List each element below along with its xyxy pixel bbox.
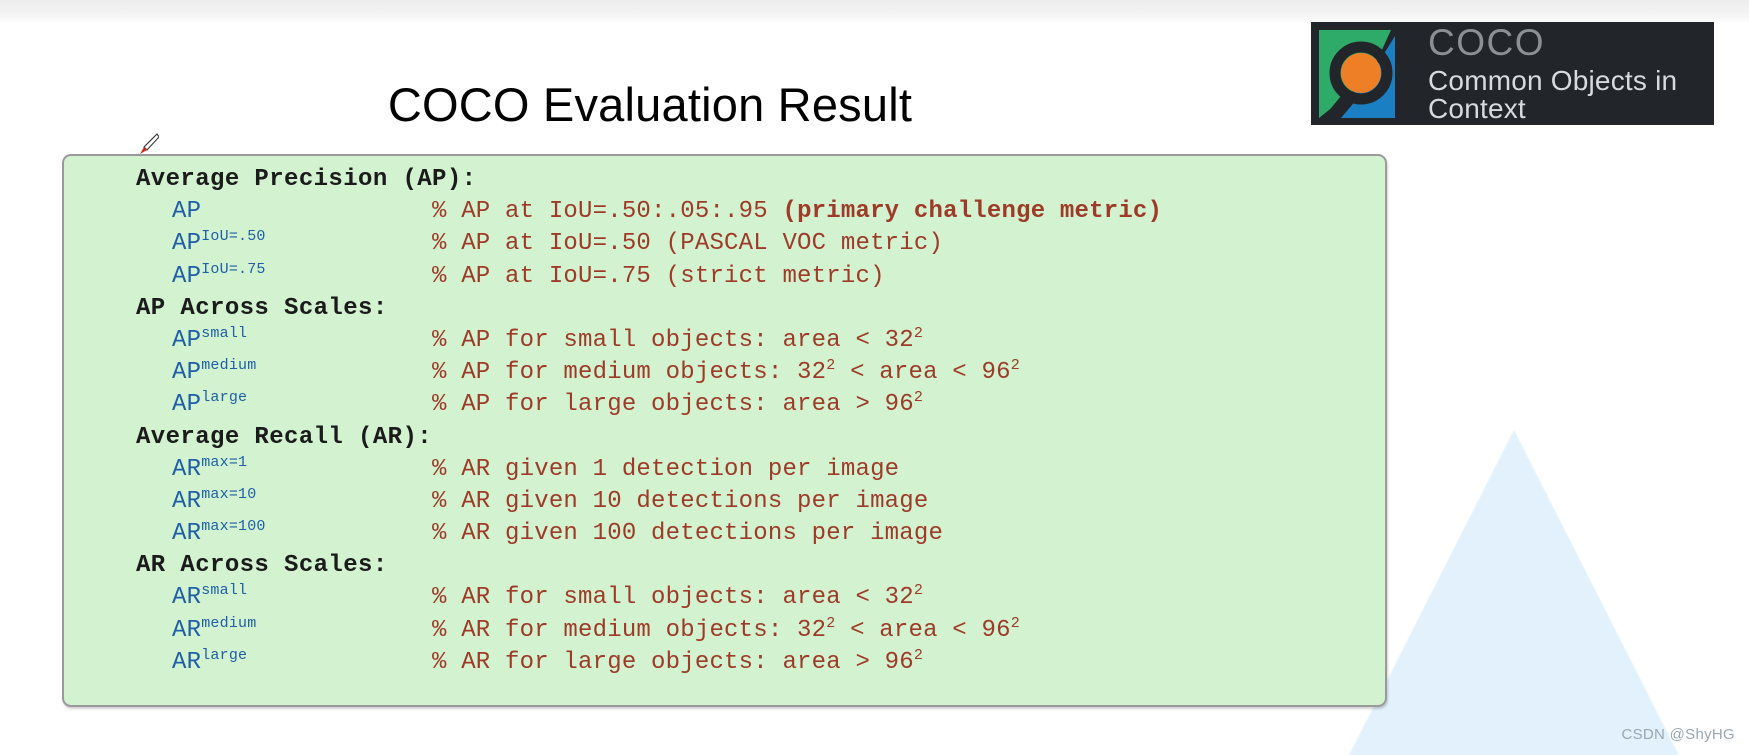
metric-comment: % AP at IoU=.75 (strict metric)	[432, 262, 885, 290]
metric-superscript: IoU=.50	[201, 228, 266, 246]
metric-name: ARmax=1	[172, 453, 248, 483]
coco-wordmark: COCO Common Objects in Context	[1428, 24, 1714, 123]
metric-comment: % AP at IoU=.50:.05:.95 (primary challen…	[432, 198, 1163, 226]
metric-comment: % AR for large objects: area > 962	[432, 646, 924, 676]
coco-logo: COCO Common Objects in Context	[1311, 22, 1714, 125]
metric-row: ARmedium % AR for medium objects: 322 < …	[64, 614, 1385, 649]
metric-name: ARmax=10	[172, 485, 257, 515]
metric-name: APsmall	[172, 324, 248, 354]
metric-row: APIoU=.50 % AP at IoU=.50 (PASCAL VOC me…	[64, 228, 1385, 262]
metric-row: ARmax=1 % AR given 1 detection per image	[64, 453, 1385, 488]
metric-superscript: small	[201, 324, 248, 342]
metric-row: APlarge % AP for large objects: area > 9…	[64, 389, 1385, 423]
metric-comment: % AP at IoU=.50 (PASCAL VOC metric)	[432, 230, 944, 258]
exponent: 2	[913, 389, 924, 407]
coco-tagline-text: Common Objects in Context	[1428, 65, 1678, 124]
metric-name: APlarge	[172, 389, 248, 419]
metric-name: AP	[172, 198, 202, 226]
exponent: 2	[1010, 357, 1020, 375]
metric-superscript: medium	[201, 614, 257, 632]
metric-comment: % AR given 10 detections per image	[432, 487, 929, 515]
exponent: 2	[913, 324, 924, 342]
metric-row: ARlarge % AR for large objects: area > 9…	[64, 646, 1385, 681]
metric-row: APIoU=.75 % AP at IoU=.75 (strict metric…	[64, 260, 1385, 295]
metric-row: ARsmall % AR for small objects: area < 3…	[64, 582, 1385, 616]
metric-superscript: large	[201, 646, 248, 664]
metric-comment: % AR for small objects: area < 322	[432, 582, 924, 612]
coco-mark-icon	[1311, 22, 1414, 125]
metric-comment: % AR for medium objects: 322 < area < 96…	[432, 614, 1020, 644]
metric-name: APmedium	[172, 357, 257, 387]
watermark: CSDN @ShyHG	[1621, 726, 1735, 743]
metric-superscript: max=1	[201, 453, 248, 471]
metric-superscript: IoU=.75	[201, 260, 266, 278]
metric-superscript: small	[201, 582, 248, 600]
metric-comment-strong: (primary challenge metric)	[782, 198, 1163, 226]
metric-superscript: large	[201, 389, 248, 407]
metric-row: ARmax=100 % AR given 100 detections per …	[64, 518, 1385, 552]
metric-superscript: medium	[201, 357, 257, 375]
metric-row: APsmall % AP for small objects: area < 3…	[64, 324, 1385, 359]
metric-name: ARmedium	[172, 614, 257, 644]
metric-name: ARmax=100	[172, 518, 266, 548]
metric-name: ARlarge	[172, 646, 248, 676]
metric-row: ARmax=10 % AR given 10 detections per im…	[64, 485, 1385, 520]
exponent: 2	[913, 646, 924, 664]
metric-comment: % AP for large objects: area > 962	[432, 389, 924, 419]
page-title: COCO Evaluation Result	[387, 78, 913, 132]
slide-canvas: COCO Evaluation Result COCO Common Objec…	[0, 0, 1749, 755]
coco-metrics-panel: Average Precision (AP): AP % AP at IoU=.…	[62, 154, 1387, 707]
metric-row: APmedium % AP for medium objects: 322 < …	[64, 357, 1385, 391]
metric-row: AP % AP at IoU=.50:.05:.95 (primary chal…	[64, 198, 1385, 230]
exponent: 2	[1010, 614, 1020, 632]
metric-comment: % AR given 100 detections per image	[432, 520, 944, 548]
metric-name: APIoU=.75	[172, 260, 266, 290]
browser-top-bar	[0, 0, 1749, 22]
section-header: Average Recall (AR):	[136, 423, 433, 451]
exponent: 2	[913, 582, 924, 600]
metric-superscript: max=100	[201, 518, 266, 536]
section-header: AP Across Scales:	[136, 294, 388, 322]
metric-name: ARsmall	[172, 582, 248, 612]
metric-comment: % AP for medium objects: 322 < area < 96…	[432, 357, 1020, 387]
section-header: AR Across Scales:	[136, 552, 388, 580]
metric-name: APIoU=.50	[172, 228, 266, 258]
coco-wordmark-text: COCO	[1428, 22, 1545, 63]
section-header: Average Precision (AP):	[136, 166, 477, 193]
pencil-cursor-icon	[133, 133, 160, 159]
metric-comment: % AR given 1 detection per image	[432, 455, 900, 483]
decorative-triangle	[1339, 430, 1689, 755]
metric-superscript: max=10	[201, 485, 257, 503]
metric-comment: % AP for small objects: area < 322	[432, 324, 924, 354]
